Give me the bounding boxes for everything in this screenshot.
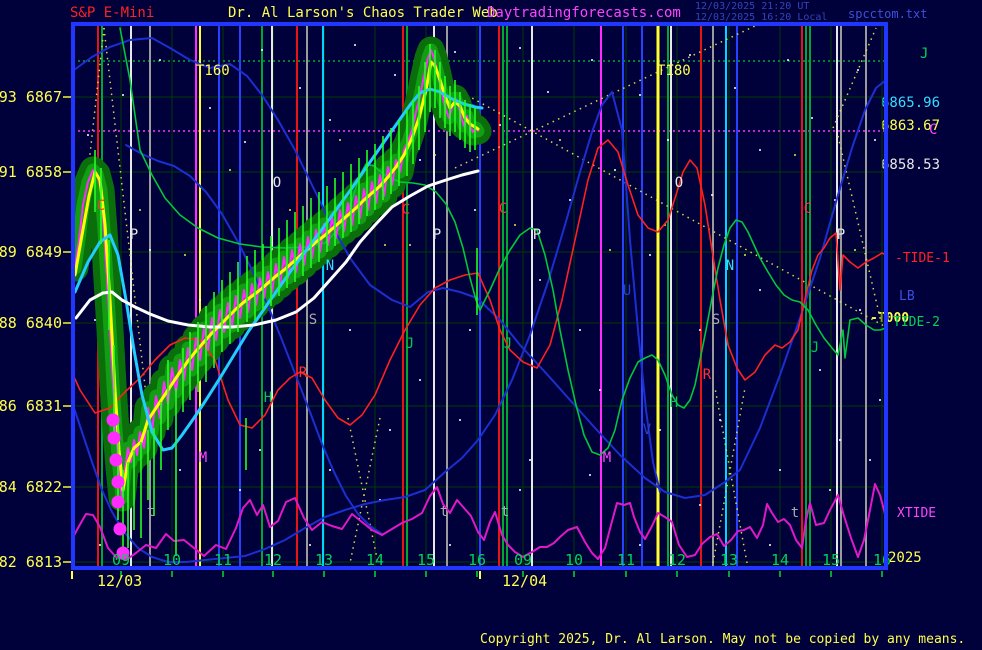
ball-marker — [112, 496, 125, 509]
chart-letter-N: N — [726, 258, 734, 274]
ball-marker — [112, 476, 125, 489]
chart-letter-J: J — [811, 340, 819, 356]
chart-letter-C: C — [402, 202, 410, 218]
chart-letter-C: C — [499, 201, 507, 217]
chart-letter-U: U — [623, 283, 631, 299]
chart-letter-H: H — [670, 395, 678, 411]
chart-letter-O: O — [273, 175, 281, 191]
astro-line — [833, 28, 876, 128]
y-axis-label: 282 6813 — [0, 553, 62, 571]
date-label: 12/04 — [502, 572, 547, 590]
chaos-trader-page: { "header": { "symbol": "S&P E-Mini", "t… — [0, 0, 982, 650]
chart-letter-J: J — [406, 336, 414, 352]
chart-letter-M: M — [199, 450, 207, 466]
chart-letter-O: O — [675, 175, 683, 191]
chart-letter-t: t — [501, 504, 509, 520]
ball-marker — [114, 523, 127, 536]
price-chart-canvas: T160 T180 C C C C P P P P O O N N S S U V J J J R R H H M Mt t t t 293… — [0, 0, 982, 650]
y-axis-label: 289 6849 — [0, 243, 62, 261]
chart-letter-P: P — [130, 227, 138, 243]
chart-letter-P: P — [533, 227, 541, 243]
chart-letter-T160: T160 — [196, 63, 230, 79]
chart-letter-J: J — [504, 336, 512, 352]
y-axis-label: 288 6840 — [0, 314, 62, 332]
chart-letter-S: S — [309, 312, 317, 328]
chart-letter-C: C — [804, 201, 812, 217]
chart-letter-P: P — [433, 227, 441, 243]
y-axis-label: 291 6858 — [0, 163, 62, 181]
date-label: 12/03 — [97, 572, 142, 590]
chart-letter-P: P — [837, 227, 845, 243]
astro-line — [425, 72, 886, 327]
ball-marker — [107, 414, 120, 427]
chart-letter-C: C — [97, 198, 105, 214]
ball-marker — [110, 454, 123, 467]
chart-letter-H: H — [264, 390, 272, 406]
y-axis-label: 284 6822 — [0, 478, 62, 496]
chart-letter-t: t — [791, 505, 799, 521]
chart-letter-M: M — [603, 450, 611, 466]
chart-letter-R: R — [299, 365, 308, 381]
chart-letter-t: t — [440, 504, 448, 520]
y-axis-label: 293 6867 — [0, 88, 62, 106]
chart-letter-t: t — [147, 504, 155, 520]
chart-letter-T180: T180 — [657, 63, 691, 79]
y-axis-label: 286 6831 — [0, 397, 62, 415]
chart-letter-R: R — [703, 367, 712, 383]
chart-letter-V: V — [643, 422, 652, 438]
chart-letter-S: S — [712, 312, 720, 328]
astro-line — [715, 388, 747, 563]
astro-line — [348, 418, 378, 563]
chart-letter-N: N — [326, 258, 334, 274]
ball-marker — [108, 432, 121, 445]
